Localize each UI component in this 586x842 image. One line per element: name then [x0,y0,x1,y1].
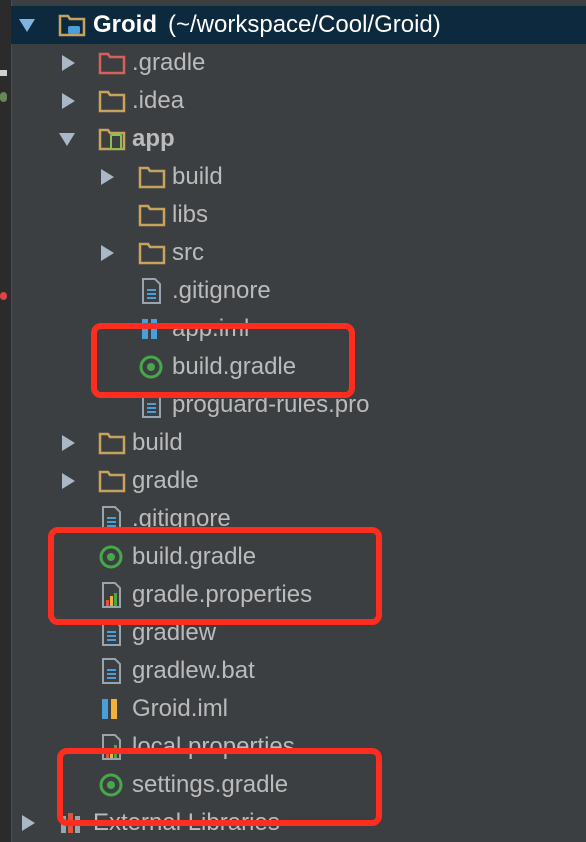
folder-icon [138,166,166,189]
tree-label: .gradle [132,49,206,76]
folder-icon [98,470,126,493]
project-tree: Groid (~/workspace/Cool/Groid) .gradle .… [11,0,586,842]
tree-row-app-module[interactable]: app [11,120,586,158]
tree-row-app-src[interactable]: src [11,234,586,272]
tree-row-idea-dir[interactable]: .idea [11,82,586,120]
highlight-box-root-gradle-files [48,527,382,625]
tree-row-gradle-dir[interactable]: .gradle [11,44,586,82]
tree-label: app [132,125,175,152]
project-name: Groid [93,11,157,38]
text-file-icon [102,658,121,684]
tree-row-root-build[interactable]: build [11,424,586,462]
tree-row-root-gradlew-bat[interactable]: gradlew.bat [11,652,586,690]
expand-arrow-icon[interactable] [62,93,75,109]
highlight-box-app-build-gradle [91,323,355,398]
tree-row-app-gitignore[interactable]: .gitignore [11,272,586,310]
project-path: (~/workspace/Cool/Groid) [168,11,441,38]
expand-arrow-icon[interactable] [101,169,114,185]
tree-row-root-gradle[interactable]: gradle [11,462,586,500]
folder-icon [98,90,126,113]
tree-label: build [172,163,223,190]
iml-file-icon [102,699,117,719]
folder-icon [138,204,166,227]
collapse-arrow-icon[interactable] [59,133,75,146]
tree-row-app-libs[interactable]: libs [11,196,586,234]
expand-arrow-icon[interactable] [101,245,114,261]
android-module-icon [98,128,126,151]
tree-label: Groid.iml [132,695,229,722]
excluded-folder-icon [98,52,126,75]
tree-label: gradle [132,467,199,494]
expand-arrow-icon[interactable] [22,815,35,831]
tree-label: .gitignore [172,277,271,304]
expand-arrow-icon[interactable] [62,55,75,71]
tree-row-root-iml[interactable]: Groid.iml [11,690,586,728]
gutter-marker [0,70,7,76]
folder-icon [98,432,126,455]
tree-label: src [172,239,204,266]
tree-label: libs [172,201,209,228]
tree-row-app-build[interactable]: build [11,158,586,196]
collapse-arrow-icon[interactable] [19,19,35,32]
tree-label: build [132,429,183,456]
tree-row-project-root[interactable]: Groid (~/workspace/Cool/Groid) [11,6,586,44]
project-folder-icon [58,14,86,37]
highlight-box-settings-gradle [57,748,382,826]
expand-arrow-icon[interactable] [62,435,75,451]
gutter-marker [0,292,7,300]
tree-label: .idea [132,87,185,114]
gutter-marker [0,92,7,102]
tree-label: gradlew.bat [132,657,255,684]
folder-icon [138,242,166,265]
text-file-icon [142,278,161,304]
expand-arrow-icon[interactable] [62,473,75,489]
